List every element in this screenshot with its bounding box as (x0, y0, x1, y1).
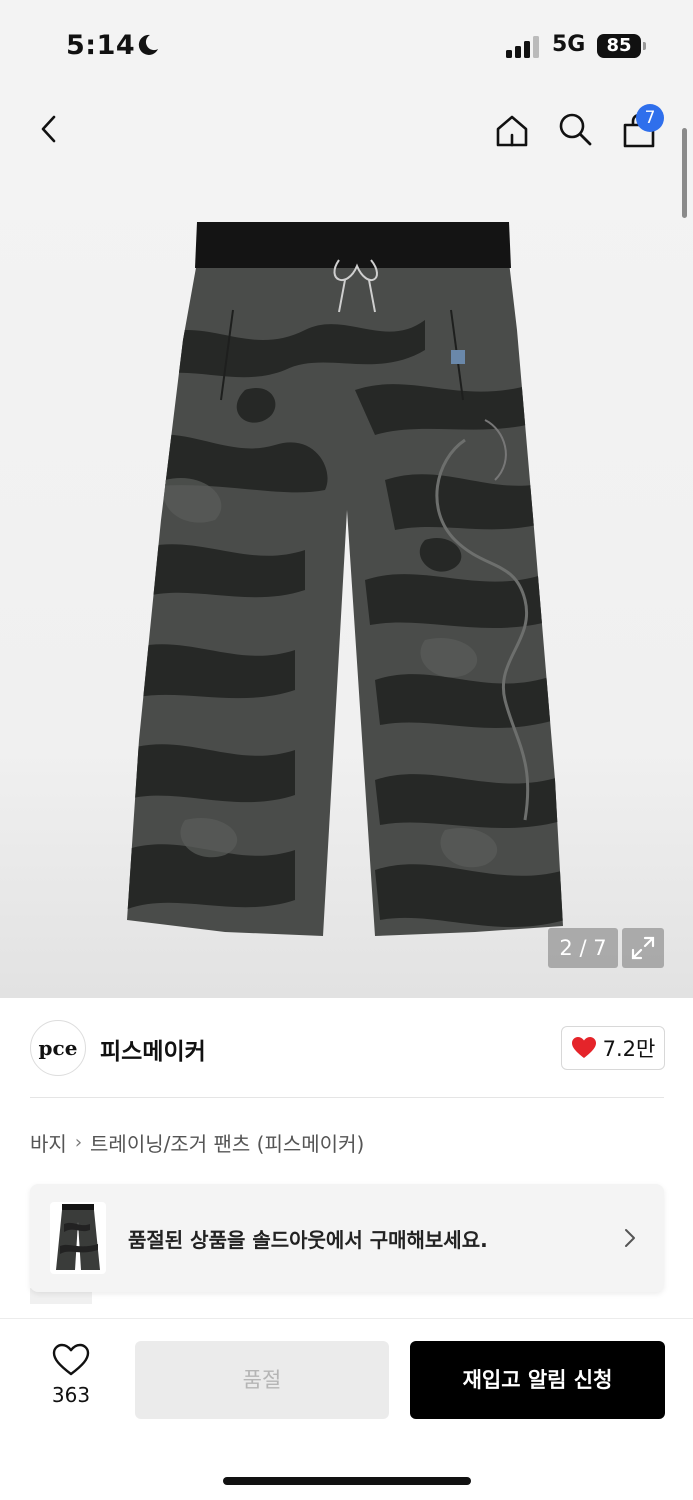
soldout-banner[interactable]: 품절된 상품을 솔드아웃에서 구매해보세요. (30, 1184, 664, 1292)
brand-logo[interactable]: pce (30, 1020, 86, 1076)
product-photo (127, 222, 563, 936)
battery-indicator: 85 (597, 34, 647, 58)
status-bar: 5:14 5G 85 (0, 0, 693, 90)
divider (30, 1097, 664, 1098)
network-label: 5G (552, 32, 586, 57)
product-image-gallery[interactable]: 2 / 7 (0, 170, 693, 998)
image-counter: 2 / 7 (548, 928, 618, 968)
search-icon (559, 113, 592, 146)
brand-row: pce 피스메이커 7.2만 (0, 998, 693, 1098)
home-button[interactable] (489, 108, 535, 154)
status-time: 5:14 (66, 30, 136, 61)
cart-count-badge: 7 (636, 104, 664, 132)
breadcrumb-item-category[interactable]: 트레이닝/조거 팬츠 (피스메이커) (90, 1128, 364, 1157)
brand-like-button[interactable]: 7.2만 (561, 1026, 665, 1070)
battery-tip (643, 42, 646, 50)
brand-name[interactable]: 피스메이커 (100, 1032, 206, 1066)
scroll-indicator (682, 128, 687, 218)
moon-icon (138, 34, 158, 55)
home-indicator (223, 1477, 471, 1485)
search-button[interactable] (552, 106, 598, 152)
soldout-button[interactable]: 품절 (135, 1341, 389, 1419)
top-nav (0, 90, 693, 170)
back-icon (41, 115, 56, 143)
wishlist-count: 363 (51, 1383, 91, 1407)
expand-icon (631, 936, 655, 960)
heart-outline-icon (52, 1343, 90, 1376)
restock-alert-button[interactable]: 재입고 알림 신청 (410, 1341, 665, 1419)
banner-thumbnail (50, 1202, 106, 1274)
wishlist-button[interactable]: 363 (40, 1343, 102, 1413)
expand-image-button[interactable] (622, 928, 664, 968)
signal-icon (506, 36, 539, 58)
heart-filled-icon (571, 1037, 596, 1058)
chevron-right-icon (625, 1229, 635, 1247)
chevron-right-icon: › (74, 1132, 83, 1153)
banner-message: 품절된 상품을 솔드아웃에서 구매해보세요. (128, 1228, 488, 1252)
breadcrumb-item-pants[interactable]: 바지 (30, 1128, 67, 1157)
home-icon (496, 115, 528, 147)
back-button[interactable] (27, 106, 73, 152)
battery-level: 85 (597, 34, 641, 58)
breadcrumb: 바지 › 트레이닝/조거 팬츠 (피스메이커) (30, 1128, 364, 1157)
bottom-action-bar: 363 품절 재입고 알림 신청 (0, 1318, 693, 1500)
brand-like-count: 7.2만 (602, 1037, 656, 1061)
